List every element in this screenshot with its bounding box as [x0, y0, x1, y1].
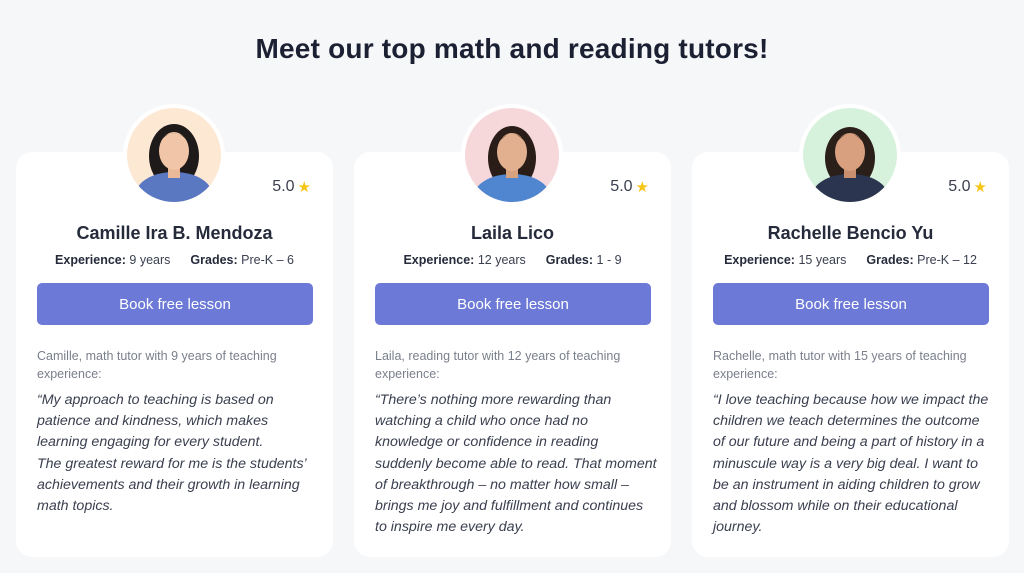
tutor-intro: Laila, reading tutor with 12 years of te… [375, 349, 621, 381]
tutor-meta: Experience: 9 years Grades: Pre-K – 6 [16, 253, 333, 267]
book-free-lesson-button[interactable]: Book free lesson [375, 283, 651, 325]
experience-value: 9 years [129, 253, 171, 267]
grades-label: Grades: [190, 253, 238, 267]
tutor-card: 5.0 ★ Camille Ira B. Mendoza Experience:… [16, 104, 333, 557]
avatar-frame [799, 104, 901, 206]
rating: 5.0 ★ [948, 178, 987, 196]
tutor-meta: Experience: 15 years Grades: Pre-K – 12 [692, 253, 1009, 267]
grades-value: Pre-K – 12 [917, 253, 977, 267]
grades: Grades: 1 - 9 [546, 253, 622, 267]
rating: 5.0 ★ [610, 178, 649, 196]
tutor-intro: Camille, math tutor with 9 years of teac… [37, 349, 277, 381]
star-icon: ★ [635, 179, 649, 196]
rating-value: 5.0 [610, 178, 633, 195]
grades-value: Pre-K – 6 [241, 253, 294, 267]
tutor-quote: “I love teaching because how we impact t… [713, 392, 989, 536]
experience-value: 15 years [798, 253, 847, 267]
experience: Experience: 12 years [403, 253, 525, 267]
tutor-name: Camille Ira B. Mendoza [76, 223, 273, 243]
avatar [127, 108, 221, 202]
experience: Experience: 15 years [724, 253, 846, 267]
star-icon: ★ [973, 179, 987, 196]
avatar-photo [127, 108, 221, 202]
avatar [803, 108, 897, 202]
book-free-lesson-button[interactable]: Book free lesson [37, 283, 313, 325]
tutor-card: 5.0 ★ Laila Lico Experience: 12 years Gr… [354, 104, 671, 557]
star-icon: ★ [297, 179, 311, 196]
experience-value: 12 years [477, 253, 526, 267]
rating-value: 5.0 [948, 178, 971, 195]
tutor-quote: “There’s nothing more rewarding than wat… [375, 392, 657, 536]
grades: Grades: Pre-K – 12 [866, 253, 977, 267]
tutor-meta: Experience: 12 years Grades: 1 - 9 [354, 253, 671, 267]
grades-label: Grades: [866, 253, 914, 267]
tutor-cards: 5.0 ★ Camille Ira B. Mendoza Experience:… [0, 0, 1024, 573]
grades-value: 1 - 9 [596, 253, 622, 267]
avatar-frame [461, 104, 563, 206]
tutor-intro: Rachelle, math tutor with 15 years of te… [713, 349, 967, 381]
experience: Experience: 9 years [55, 253, 170, 267]
experience-label: Experience: [55, 253, 126, 267]
rating-value: 5.0 [272, 178, 295, 195]
rating: 5.0 ★ [272, 178, 311, 196]
experience-label: Experience: [403, 253, 475, 267]
avatar-photo [803, 108, 897, 202]
tutor-quote: “My approach to teaching is based on pat… [37, 392, 306, 515]
tutor-name: Laila Lico [470, 223, 555, 243]
book-free-lesson-button[interactable]: Book free lesson [713, 283, 989, 325]
grades: Grades: Pre-K – 6 [190, 253, 294, 267]
grades-label: Grades: [545, 253, 594, 267]
avatar-frame [123, 104, 225, 206]
avatar-photo [465, 108, 559, 202]
experience-label: Experience: [724, 253, 795, 267]
tutor-card: 5.0 ★ Rachelle Bencio Yu Experience: 15 … [692, 104, 1009, 557]
avatar [465, 108, 559, 202]
tutor-name: Rachelle Bencio Yu [767, 223, 934, 243]
